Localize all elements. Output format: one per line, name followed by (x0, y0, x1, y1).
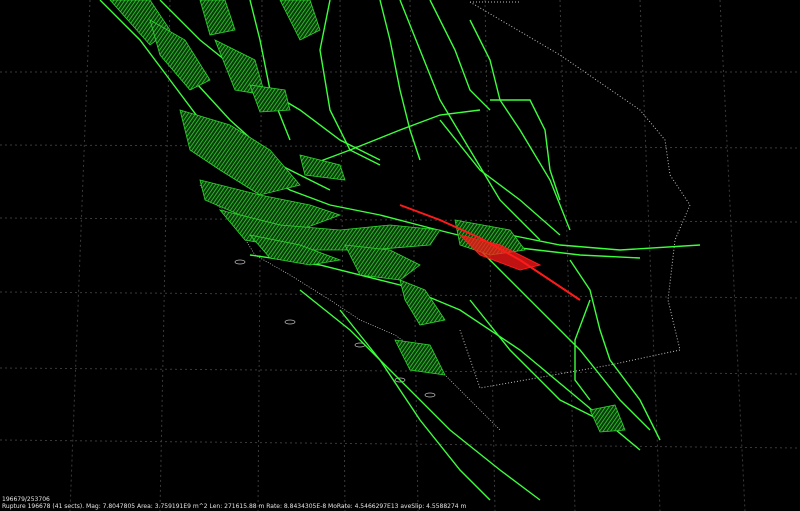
fault-patch (199, 0, 236, 36)
fault-trace (574, 299, 591, 401)
island-outline (424, 392, 436, 398)
fault-patch (589, 404, 626, 433)
island-outline (284, 319, 296, 325)
fault-trace (439, 119, 561, 236)
fault-trace (469, 19, 571, 231)
fault-trace (469, 299, 601, 421)
rupture-counter: 196679/253706 (2, 496, 50, 503)
fault-patch (179, 109, 301, 196)
grid-line (0, 291, 800, 299)
grid-line (0, 144, 800, 149)
fault-trace (319, 0, 381, 166)
map-3d-viewport[interactable] (0, 0, 800, 511)
fault-trace (509, 234, 701, 251)
fault-trace (399, 0, 541, 241)
fault-trace (339, 309, 491, 501)
grid-line (409, 0, 419, 511)
fault-trace (429, 0, 491, 111)
fault-surface-patches (109, 0, 626, 433)
grid-line (559, 0, 576, 511)
grid-line (719, 0, 746, 511)
grid-line (339, 0, 346, 511)
rupture-info-text: Rupture 196678 (41 sects). Mag: 7.804780… (2, 503, 467, 510)
grid-line (69, 0, 91, 511)
fault-viewer-window: 196679/253706 Rupture 196678 (41 sects).… (0, 0, 800, 511)
fault-patch (299, 154, 346, 181)
grid-line (0, 367, 800, 375)
fault-patch (249, 84, 291, 113)
fault-patch (394, 339, 446, 376)
fault-patch (279, 0, 321, 41)
fault-patch (399, 279, 446, 326)
grid-line (159, 0, 171, 511)
fault-patch (149, 19, 211, 91)
island-outline (234, 259, 246, 265)
grid-line (0, 439, 800, 449)
